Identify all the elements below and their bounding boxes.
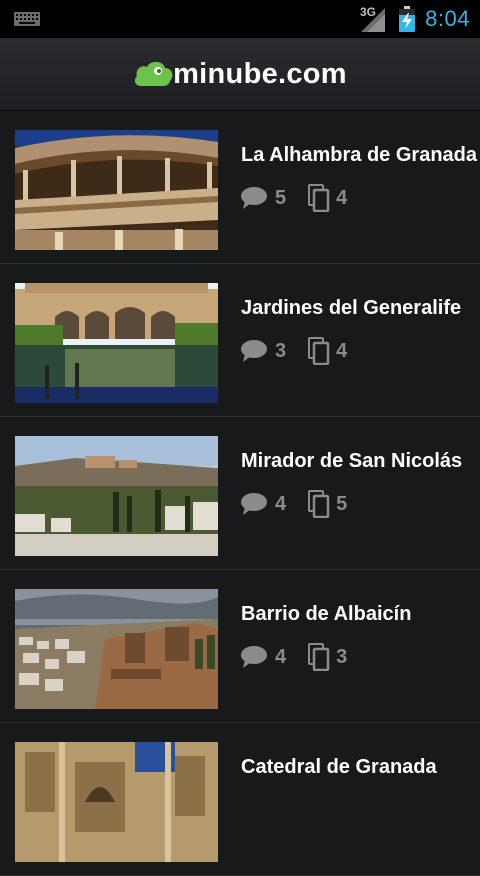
place-stats: 4 3 (241, 643, 369, 671)
place-thumbnail (15, 589, 218, 709)
list-item[interactable]: La Alhambra de Granada 5 4 (0, 111, 480, 264)
clock: 8:04 (425, 6, 470, 31)
speech-bubble-icon (241, 493, 267, 515)
status-bar: 3G 8:04 (0, 0, 480, 38)
place-title: Barrio de Albaicín (241, 603, 412, 625)
place-title: Jardines del Generalife (241, 297, 462, 319)
comments-count: 3 (241, 340, 286, 363)
list-item[interactable]: Barrio de Albaicín 4 3 (0, 570, 480, 723)
places-list: La Alhambra de Granada 5 4 Jardines del … (0, 111, 480, 876)
place-title: La Alhambra de Granada (241, 144, 477, 166)
place-thumbnail (15, 283, 218, 403)
battery-charging-icon (399, 6, 416, 32)
speech-bubble-icon (241, 646, 267, 668)
comments-count: 4 (241, 493, 286, 516)
speech-bubble-icon (241, 187, 267, 209)
list-item[interactable]: Mirador de San Nicolás 4 5 (0, 417, 480, 570)
photos-count: 4 (308, 337, 347, 365)
photos-count: 4 (308, 184, 347, 212)
logo-text: minube.com (173, 57, 347, 90)
place-thumbnail (15, 436, 218, 556)
place-title: Catedral de Granada (241, 756, 437, 778)
place-stats: 5 4 (241, 184, 369, 212)
place-title: Mirador de San Nicolás (241, 450, 463, 472)
photos-count: 5 (308, 490, 347, 518)
photos-count: 3 (308, 643, 347, 671)
signal-strength-icon (361, 8, 386, 32)
photos-stack-icon (308, 184, 330, 212)
photos-stack-icon (308, 643, 330, 671)
speech-bubble-icon (241, 340, 267, 362)
minube-logo[interactable]: minube.com (133, 58, 347, 91)
place-stats: 4 5 (241, 490, 369, 518)
comments-count: 5 (241, 187, 286, 210)
app-header: minube.com (0, 38, 480, 111)
place-thumbnail (15, 130, 218, 250)
cloud-logo-icon (135, 61, 173, 86)
photos-stack-icon (308, 490, 330, 518)
place-stats: 3 4 (241, 337, 369, 365)
place-thumbnail (15, 742, 218, 862)
photos-stack-icon (308, 337, 330, 365)
list-item[interactable]: Jardines del Generalife 3 4 (0, 264, 480, 417)
comments-count: 4 (241, 646, 286, 669)
keyboard-icon (14, 12, 40, 26)
